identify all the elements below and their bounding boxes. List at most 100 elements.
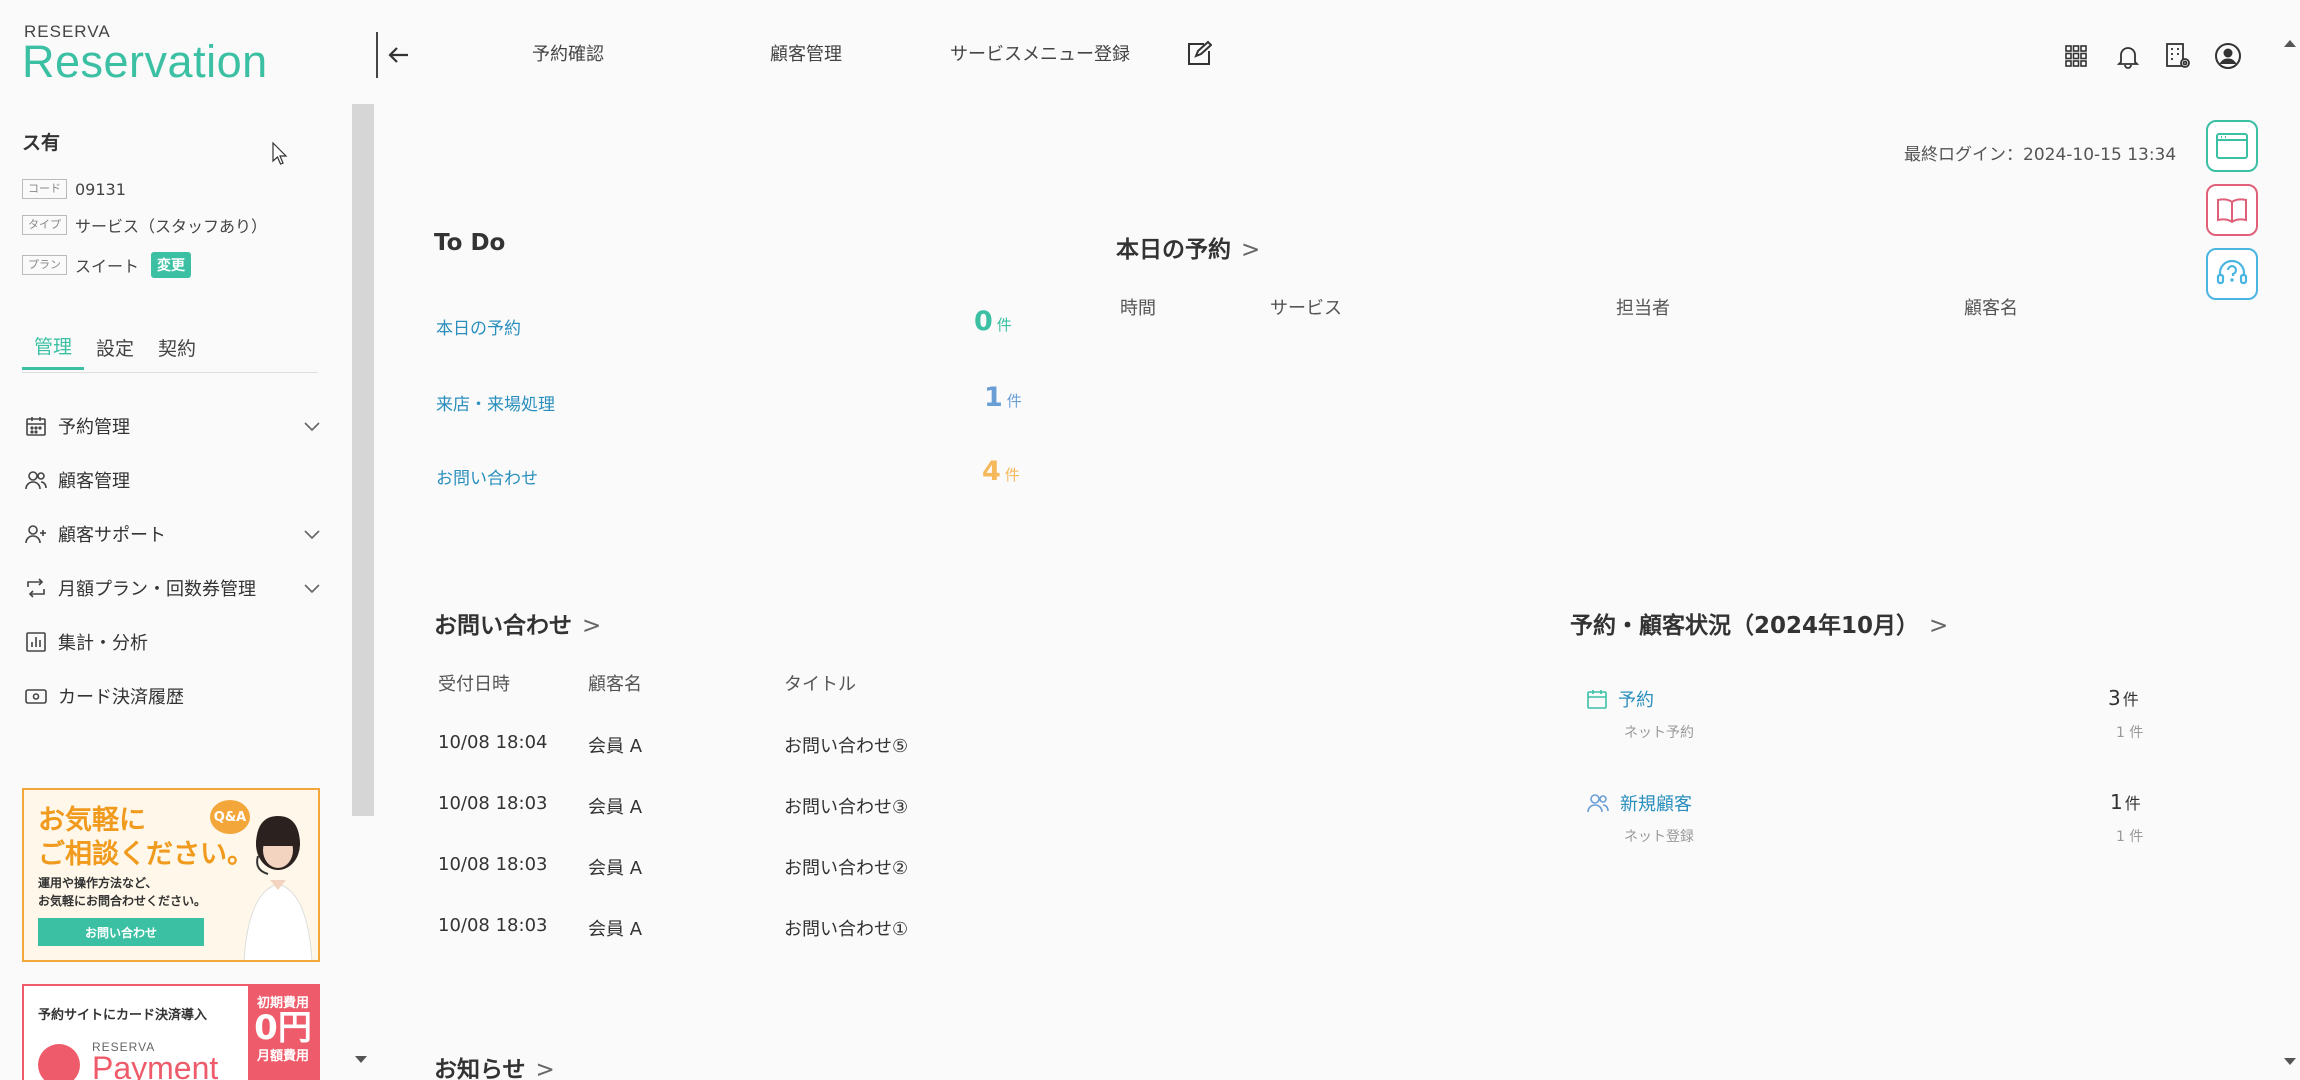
inq-header-date: 受付日時 (438, 674, 510, 695)
inquiries-title-text: お問い合わせ (434, 613, 572, 639)
status-sub-label: ネット予約 (1624, 725, 1694, 741)
todo-count-unit: 件 (1006, 392, 1022, 410)
today-title-text: 本日の予約 (1116, 237, 1231, 263)
sidebar-item-analytics[interactable]: 集計・分析 (22, 622, 322, 662)
user-account-icon[interactable] (2212, 40, 2244, 72)
page-scroll-down-icon[interactable] (2284, 1058, 2296, 1065)
sidebar-item-label: 顧客サポート (58, 525, 166, 546)
last-login: 最終ログイン：2024-10-15 13:34 (1904, 145, 2177, 165)
code-tag: コード (22, 179, 67, 199)
inq-title[interactable]: お問い合わせ① (784, 915, 908, 941)
tab-settings[interactable]: 設定 (84, 324, 146, 370)
initial-fee-value: 0円 (254, 1008, 312, 1048)
sidebar-item-label: 集計・分析 (58, 633, 148, 654)
status-title[interactable]: 予約・顧客状況（2024年10月） > (1570, 606, 1948, 640)
status-title-text: 予約・顧客状況（2024年10月） (1570, 613, 1920, 639)
todo-title-text: To Do (434, 230, 506, 256)
support-button[interactable] (2206, 248, 2258, 300)
todo-count-value: 1 (984, 382, 1003, 413)
sidebar-item-reservations[interactable]: 予約管理 (22, 406, 322, 446)
status-sub-label: ネット登録 (1624, 829, 1694, 845)
todo-item-today-reservations[interactable]: 本日の予約 (436, 314, 521, 339)
tab-manage[interactable]: 管理 (22, 324, 85, 370)
nav-service-menu[interactable]: サービスメニュー登録 (950, 40, 1130, 66)
chevron-right-icon: > (535, 1057, 555, 1080)
status-value: 1 (2110, 790, 2123, 814)
payment-banner[interactable]: 予約サイトにカード決済導入 RESERVA Payment 初期費用 0円 月額… (22, 984, 320, 1080)
payment-logo-product: Payment (92, 1050, 219, 1080)
todo-count-today[interactable]: 0件 (974, 306, 1012, 337)
operator-illustration-icon (234, 806, 314, 960)
store-code-row: コード 09131 (22, 176, 126, 202)
inq-title[interactable]: お問い合わせ② (784, 854, 908, 880)
status-reservations-link[interactable]: 予約 (1586, 686, 1654, 712)
sidebar-item-card-history[interactable]: カード決済履歴 (22, 676, 322, 716)
edit-icon[interactable] (1184, 40, 1213, 72)
status-sub-value: 1 件 (2116, 725, 2144, 741)
apps-grid-icon[interactable] (2060, 40, 2092, 72)
users-icon (22, 466, 50, 494)
today-reservations-title[interactable]: 本日の予約 > (1116, 230, 1260, 264)
nav-reservation-check[interactable]: 予約確認 (532, 40, 604, 66)
sidebar-item-label: 月額プラン・回数券管理 (58, 579, 256, 600)
inq-date: 10/08 18:03 (438, 854, 548, 875)
status-sub-value: 1 件 (2116, 829, 2144, 845)
banner-title-line2: ご相談ください。 (38, 839, 254, 870)
sidebar-item-customer-support[interactable]: 顧客サポート (22, 514, 322, 554)
chevron-right-icon: > (1929, 613, 1949, 639)
book-icon (2217, 198, 2247, 224)
today-header-staff: 担当者 (1616, 298, 1670, 319)
sidebar-item-label: カード決済履歴 (58, 687, 184, 708)
arrow-left-icon (388, 47, 408, 63)
card-icon (22, 682, 50, 710)
chevron-down-icon[interactable] (302, 524, 322, 549)
inq-header-customer: 顧客名 (588, 674, 642, 695)
chevron-down-icon[interactable] (302, 578, 322, 603)
inq-title[interactable]: お問い合わせ③ (784, 793, 908, 819)
monthly-fee-label: 月額費用 (256, 1049, 309, 1064)
inquiries-title[interactable]: お問い合わせ > (434, 606, 601, 640)
sidebar-item-customers[interactable]: 顧客管理 (22, 460, 322, 500)
tab-contract[interactable]: 契約 (146, 324, 208, 370)
store-settings-icon[interactable] (2162, 40, 2194, 72)
todo-item-visit-processing[interactable]: 来店・来場処理 (436, 390, 555, 415)
inq-customer: 会員 A (588, 797, 643, 818)
todo-count-value: 0 (974, 306, 993, 337)
page-scroll-up-icon[interactable] (2284, 40, 2296, 47)
inq-date: 10/08 18:03 (438, 915, 548, 936)
todo-item-inquiries[interactable]: お問い合わせ (436, 464, 538, 489)
todo-count-unit: 件 (996, 316, 1012, 334)
news-title-text: お知らせ (434, 1057, 526, 1080)
todo-count-visits[interactable]: 1件 (984, 382, 1022, 413)
inq-title[interactable]: お問い合わせ⑤ (784, 732, 908, 758)
plan-tag: プラン (22, 255, 67, 275)
logo-product: Reservation (22, 36, 268, 87)
status-value: 3 (2108, 686, 2121, 710)
nav-customer-management[interactable]: 顧客管理 (770, 40, 842, 66)
change-plan-button[interactable]: 変更 (151, 252, 192, 278)
chevron-down-icon[interactable] (302, 416, 322, 441)
fee-panel: 初期費用 0円 月額費用 (248, 986, 318, 1080)
todo-count-inquiries[interactable]: 4件 (982, 456, 1020, 487)
store-type-row: タイプ サービス（スタッフあり） (22, 212, 267, 238)
bell-icon[interactable] (2112, 40, 2144, 72)
status-new-customers-link[interactable]: 新規顧客 (1586, 790, 1692, 816)
banner-sub-line2: お気軽にお問合わせください。 (38, 894, 207, 908)
sidebar-scroll-down-icon[interactable] (355, 1056, 367, 1063)
news-title[interactable]: お知らせ > (434, 1050, 555, 1080)
browser-window-button[interactable] (2206, 120, 2258, 172)
contact-banner[interactable]: お気軽に ご相談ください。 Q&A 運用や操作方法など、 お気軽にお問合わせくだ… (22, 788, 320, 962)
sidebar: RESERVA Reservation ス有 コード 09131 タイプ サービ… (0, 0, 352, 1080)
collapse-sidebar-button[interactable] (384, 40, 414, 70)
sidebar-scrollbar[interactable] (352, 104, 374, 816)
sidebar-item-monthly-plans[interactable]: 月額プラン・回数券管理 (22, 568, 322, 608)
sidebar-item-label: 予約管理 (58, 417, 130, 438)
banner-sub-line1: 運用や操作方法など、 (38, 876, 158, 890)
store-name: ス有 (22, 132, 61, 154)
inq-customer: 会員 A (588, 736, 643, 757)
todo-title: To Do (434, 230, 505, 256)
store-type: サービス（スタッフあり） (75, 217, 268, 236)
inq-customer: 会員 A (588, 919, 643, 940)
manual-button[interactable] (2206, 184, 2258, 236)
contact-button[interactable]: お問い合わせ (38, 918, 204, 946)
